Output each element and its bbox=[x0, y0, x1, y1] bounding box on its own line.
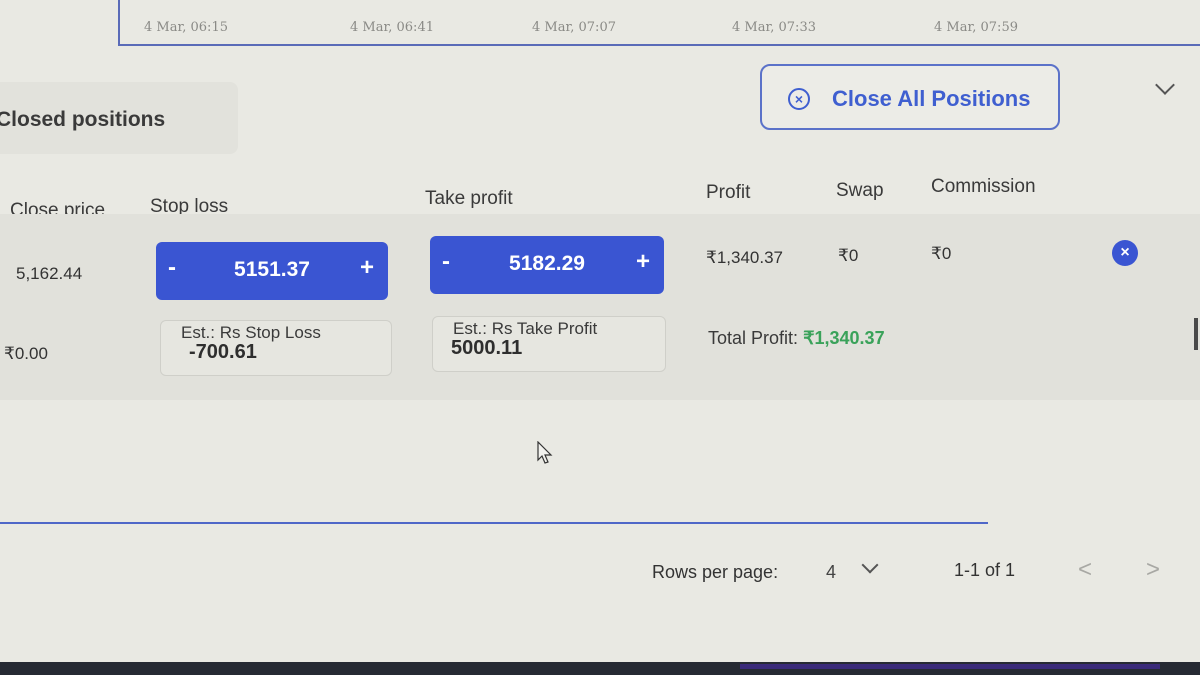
close-all-positions-label: Close All Positions bbox=[832, 86, 1031, 111]
profit-value: ₹1,340.37 bbox=[706, 248, 783, 267]
previous-page-button[interactable]: < bbox=[1078, 556, 1092, 584]
next-page-button[interactable]: > bbox=[1146, 556, 1160, 584]
rows-per-page-label: Rows per page: bbox=[652, 562, 779, 582]
time-label: 4 Mar, 06:41 bbox=[350, 20, 434, 35]
est-stop-loss-label: Est.: Rs Stop Loss bbox=[181, 323, 321, 342]
taskbar-accent bbox=[740, 664, 1160, 669]
chevron-down-icon[interactable] bbox=[1155, 75, 1175, 95]
total-profit-value: ₹1,340.37 bbox=[803, 328, 885, 348]
swap-value: ₹0 bbox=[838, 246, 859, 265]
mouse-cursor-icon bbox=[537, 441, 553, 464]
time-label: 4 Mar, 07:07 bbox=[532, 20, 616, 35]
rows-per-page-select[interactable]: 4 bbox=[826, 562, 836, 583]
time-label: 4 Mar, 06:15 bbox=[144, 20, 228, 35]
total-profit-label: Total Profit: bbox=[708, 328, 799, 348]
chart-time-axis: 4 Mar, 06:15 4 Mar, 06:41 4 Mar, 07:07 4… bbox=[118, 0, 1200, 46]
est-stop-loss-box: Est.: Rs Stop Loss -700.61 bbox=[160, 320, 392, 376]
total-profit: Total Profit: ₹1,340.37 bbox=[708, 328, 885, 349]
divider bbox=[0, 522, 988, 524]
page: 4 Mar, 06:15 4 Mar, 06:41 4 Mar, 07:07 4… bbox=[0, 0, 1200, 675]
pagination-range: 1-1 of 1 bbox=[954, 560, 1016, 580]
tab-closed-positions-label: Closed positions bbox=[0, 108, 166, 131]
taskbar bbox=[0, 662, 1200, 675]
time-label: 4 Mar, 07:33 bbox=[732, 20, 816, 35]
take-profit-increment-button[interactable]: + bbox=[636, 248, 650, 276]
take-profit-value[interactable]: 5182.29 bbox=[430, 252, 664, 276]
commission-value: ₹0 bbox=[931, 244, 952, 263]
header-commission[interactable]: Commission bbox=[931, 176, 1036, 198]
est-stop-loss-value: -700.61 bbox=[189, 341, 257, 363]
close-price-value: 5,162.44 bbox=[16, 264, 83, 283]
header-swap[interactable]: Swap bbox=[836, 180, 884, 202]
close-circle-icon: × bbox=[788, 88, 810, 110]
scrollbar[interactable] bbox=[1194, 318, 1198, 350]
time-label: 4 Mar, 07:59 bbox=[934, 20, 1018, 35]
est-take-profit-label: Est.: Rs Take Profit bbox=[453, 319, 598, 338]
chevron-down-icon[interactable] bbox=[861, 556, 879, 574]
est-take-profit-value: 5000.11 bbox=[451, 337, 523, 359]
close-all-positions-button[interactable]: × Close All Positions bbox=[760, 64, 1060, 130]
take-profit-stepper[interactable]: - 5182.29 + bbox=[430, 236, 664, 294]
header-take-profit[interactable]: Take profit bbox=[425, 188, 513, 210]
stop-loss-stepper[interactable]: - 5151.37 + bbox=[156, 242, 388, 300]
secondary-value: ₹0.00 bbox=[4, 344, 48, 363]
header-profit[interactable]: Profit bbox=[706, 182, 750, 204]
est-take-profit-box: Est.: Rs Take Profit 5000.11 bbox=[432, 316, 666, 372]
stop-loss-increment-button[interactable]: + bbox=[360, 254, 374, 282]
close-position-icon[interactable]: × bbox=[1112, 240, 1138, 266]
stop-loss-value[interactable]: 5151.37 bbox=[156, 258, 388, 282]
